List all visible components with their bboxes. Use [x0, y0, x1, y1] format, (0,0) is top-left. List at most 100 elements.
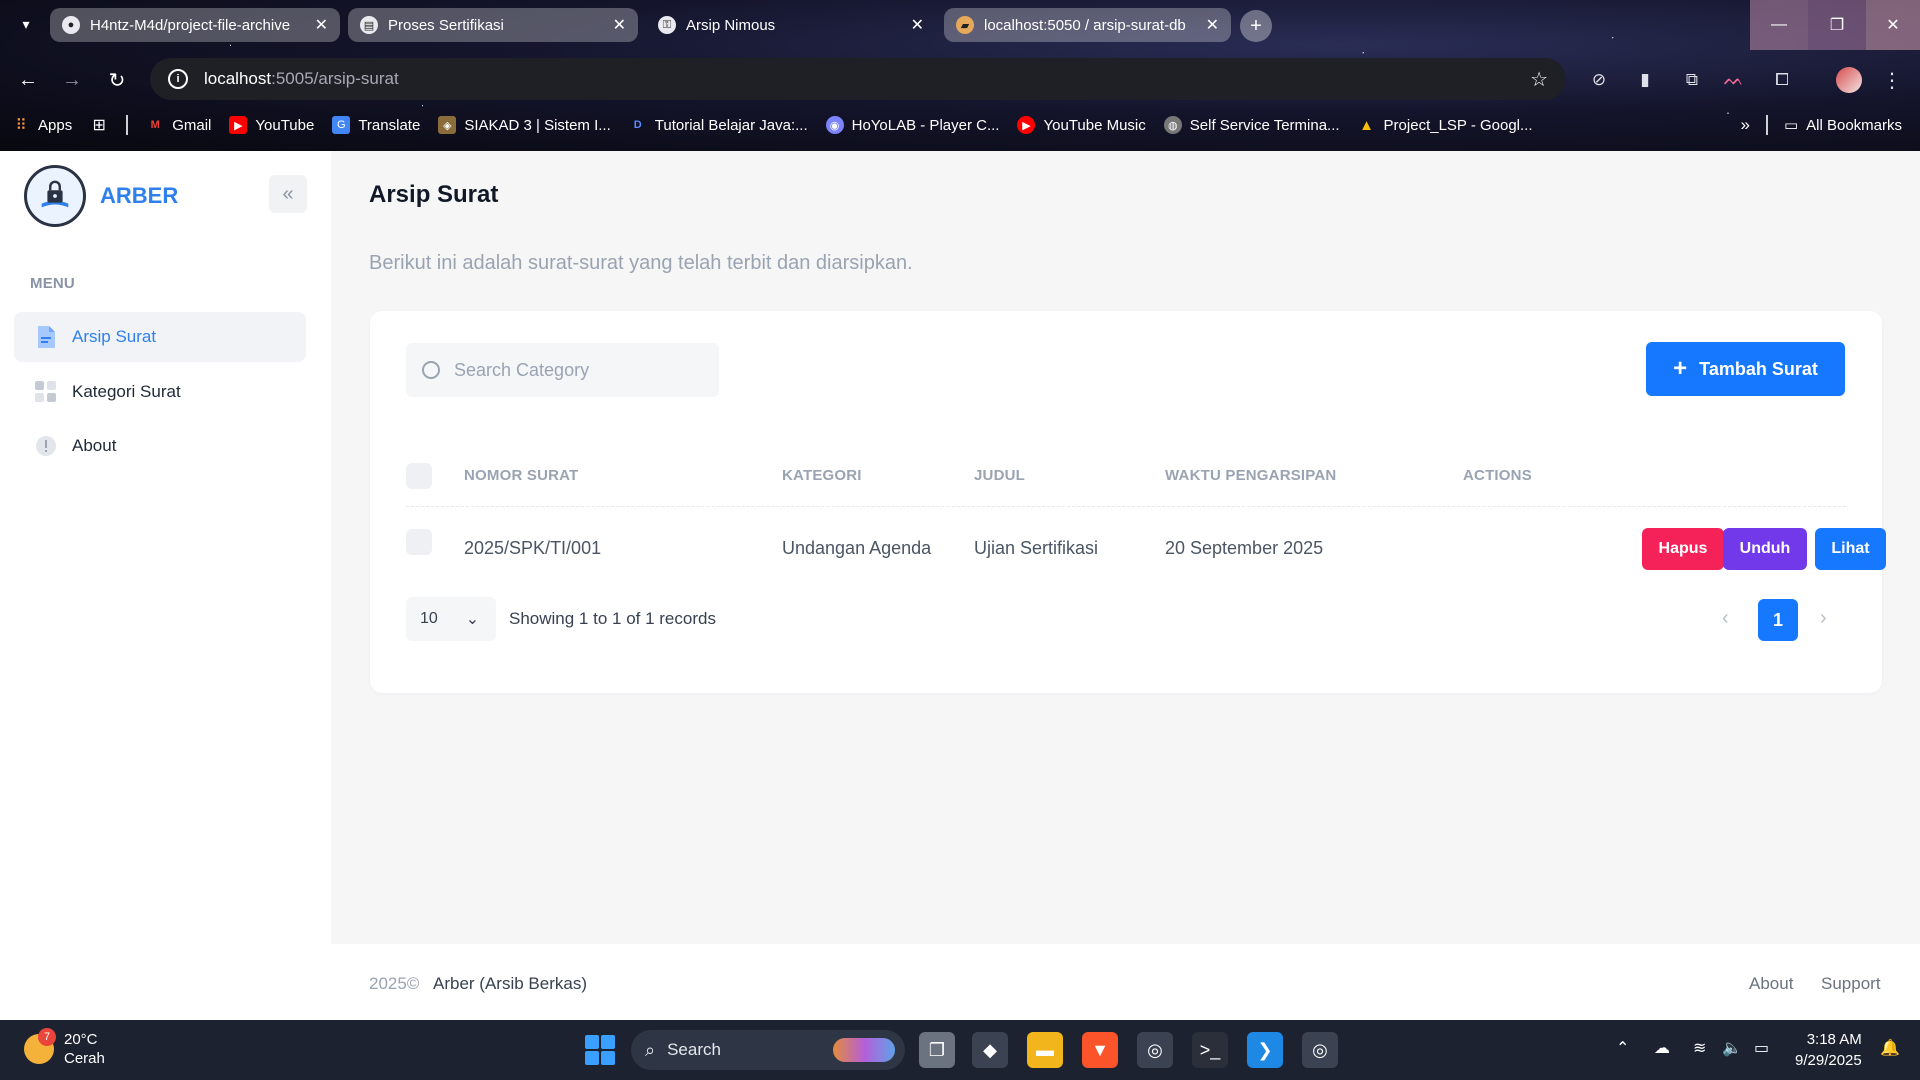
hoyolab-icon: ◉: [825, 116, 844, 134]
collapse-sidebar-button[interactable]: «: [269, 175, 307, 213]
bookmark-label: Self Service Termina...: [1189, 116, 1340, 134]
bookmark-star-icon[interactable]: ☆: [1530, 67, 1548, 92]
footer: 2025© Arber (Arsib Berkas) About Support: [331, 944, 1920, 1020]
browser-menu-icon[interactable]: ⋮: [1880, 68, 1904, 92]
add-letter-button[interactable]: + Tambah Surat: [1646, 342, 1845, 396]
bookmark-apps[interactable]: ⠿ Apps: [12, 116, 73, 135]
tab-github[interactable]: ● H4ntz-M4d/project-file-archive ✕: [50, 8, 340, 42]
file-explorer-icon[interactable]: ▬: [1027, 1032, 1063, 1068]
info-icon: [34, 434, 58, 458]
bookmark-hoyolab[interactable]: ◉ HoYoLAB - Player C...: [825, 116, 999, 134]
tab-localhost-db[interactable]: ▰ localhost:5050 / arsip-surat-db ✕: [944, 8, 1231, 42]
minimize-button[interactable]: —: [1750, 0, 1808, 50]
document-icon: [34, 325, 58, 349]
close-icon[interactable]: ✕: [911, 15, 924, 35]
table-row: 2025/SPK/TI/001 Undangan Agenda Ujian Se…: [406, 508, 1886, 590]
forward-button[interactable]: →: [58, 66, 86, 94]
game-app-icon[interactable]: ◆: [972, 1032, 1008, 1068]
footer-about-link[interactable]: About: [1749, 974, 1793, 994]
extension-block-icon[interactable]: ⊘: [1587, 68, 1611, 92]
tab-arsip-nimous[interactable]: ⚿ Arsip Nimous ✕: [646, 8, 936, 42]
show-hidden-icons[interactable]: ⌃: [1616, 1038, 1629, 1058]
clock-date: 9/29/2025: [1795, 1052, 1862, 1069]
row-checkbox[interactable]: [406, 529, 432, 555]
bookmark-launcher[interactable]: ⊞: [90, 116, 108, 134]
chrome-icon[interactable]: ◎: [1137, 1032, 1173, 1068]
per-page-value: 10: [420, 610, 438, 627]
weather-widget[interactable]: 7 20°C Cerah: [24, 1028, 105, 1068]
close-icon[interactable]: ✕: [315, 15, 328, 35]
delete-button[interactable]: Hapus: [1642, 528, 1724, 570]
battery-icon[interactable]: ▭: [1754, 1038, 1769, 1058]
next-page-button[interactable]: ›: [1820, 607, 1827, 630]
cloud-sync-icon[interactable]: ☁: [1654, 1038, 1670, 1058]
previous-page-button[interactable]: ‹: [1722, 607, 1729, 630]
url-path: :5005/arsip-surat: [271, 69, 399, 88]
records-summary: Showing 1 to 1 of 1 records: [509, 609, 716, 628]
site-info-icon[interactable]: i: [168, 69, 188, 89]
select-all-checkbox[interactable]: [406, 463, 432, 489]
bookmark-translate[interactable]: G Translate: [332, 116, 420, 134]
taskbar-search[interactable]: ⌕ Search: [631, 1030, 905, 1070]
bookmark-siakad[interactable]: ◈ SIAKAD 3 | Sistem I...: [438, 116, 611, 134]
brave-browser-icon[interactable]: ▼: [1082, 1032, 1118, 1068]
extensions-puzzle-icon[interactable]: ⧠: [1770, 68, 1794, 92]
page-1-button[interactable]: 1: [1758, 599, 1798, 641]
bookmark-label: Apps: [38, 116, 73, 134]
volume-icon[interactable]: 🔈: [1722, 1038, 1742, 1058]
bookmark-project-lsp[interactable]: ▲ Project_LSP - Googl...: [1358, 116, 1532, 134]
view-button[interactable]: Lihat: [1815, 528, 1886, 570]
brand[interactable]: ARBER: [24, 165, 178, 227]
terminal-icon[interactable]: >_: [1192, 1032, 1228, 1068]
form-icon: ▤: [360, 16, 378, 34]
footer-support-link[interactable]: Support: [1821, 974, 1881, 994]
footer-app-name[interactable]: Arber (Arsib Berkas): [433, 974, 587, 994]
sidebar-item-arsip-surat[interactable]: Arsip Surat: [14, 312, 306, 362]
task-view-icon[interactable]: ❐: [919, 1032, 955, 1068]
bookmark-tutorial-java[interactable]: D Tutorial Belajar Java:...: [629, 116, 808, 134]
maximize-button[interactable]: ❐: [1808, 0, 1866, 50]
notifications-icon[interactable]: 🔔: [1880, 1038, 1900, 1058]
cell-judul: Ujian Sertifikasi: [974, 538, 1099, 558]
search-input[interactable]: [454, 359, 694, 381]
reload-button[interactable]: ↻: [103, 66, 131, 94]
chrome-profile-icon[interactable]: ◎: [1302, 1032, 1338, 1068]
column-header-nomor-surat[interactable]: NOMOR SURAT: [464, 467, 578, 484]
page-subtitle: Berikut ini adalah surat-surat yang tela…: [369, 252, 913, 274]
back-button[interactable]: ←: [14, 66, 42, 94]
sidebar-item-kategori-surat[interactable]: Kategori Surat: [14, 367, 306, 417]
extension-translate-icon[interactable]: ⧉: [1680, 68, 1704, 92]
per-page-select[interactable]: 10 ⌄: [406, 597, 496, 641]
bookmark-youtube[interactable]: ▶ YouTube: [229, 116, 314, 134]
all-bookmarks-button[interactable]: ▭ All Bookmarks: [1784, 116, 1902, 135]
column-header-kategori[interactable]: KATEGORI: [782, 467, 862, 484]
windows-start-icon[interactable]: [585, 1035, 615, 1065]
moon-icon: 7: [24, 1028, 56, 1064]
bookmark-self-service[interactable]: ◍ Self Service Termina...: [1163, 116, 1340, 134]
column-header-waktu-pengarsipan[interactable]: WAKTU PENGARSIPAN: [1165, 467, 1336, 484]
new-tab-button[interactable]: +: [1240, 10, 1272, 42]
address-bar[interactable]: i localhost:5005/arsip-surat ☆: [150, 58, 1566, 100]
wifi-icon[interactable]: ≋: [1693, 1038, 1706, 1058]
tab-proses-sertifikasi[interactable]: ▤ Proses Sertifikasi ✕: [348, 8, 638, 42]
more-bookmarks-icon[interactable]: »: [1740, 115, 1749, 135]
sidebar-item-about[interactable]: About: [14, 421, 306, 471]
bookmark-youtube-music[interactable]: ▶ YouTube Music: [1017, 116, 1146, 134]
close-icon[interactable]: ✕: [1206, 15, 1219, 35]
system-clock[interactable]: 3:18 AM 9/29/2025: [1795, 1029, 1862, 1071]
tab-search-icon[interactable]: ▾: [14, 12, 38, 36]
vscode-icon[interactable]: ❯: [1247, 1032, 1283, 1068]
search-box[interactable]: [406, 343, 719, 397]
temperature: 20°C: [64, 1031, 98, 1048]
cell-kategori: Undangan Agenda: [782, 538, 932, 558]
siakad-icon: ◈: [438, 116, 457, 134]
close-icon[interactable]: ✕: [613, 15, 626, 35]
close-window-button[interactable]: ✕: [1866, 0, 1920, 50]
download-button[interactable]: Unduh: [1723, 528, 1807, 570]
profile-avatar[interactable]: [1836, 67, 1862, 93]
extension-cat-icon[interactable]: ᨓ: [1722, 68, 1746, 92]
column-header-judul[interactable]: JUDUL: [974, 467, 1025, 484]
youtube-music-icon: ▶: [1017, 116, 1036, 134]
bookmark-gmail[interactable]: M Gmail: [146, 116, 212, 134]
extension-copy-icon[interactable]: ▮: [1633, 68, 1657, 92]
